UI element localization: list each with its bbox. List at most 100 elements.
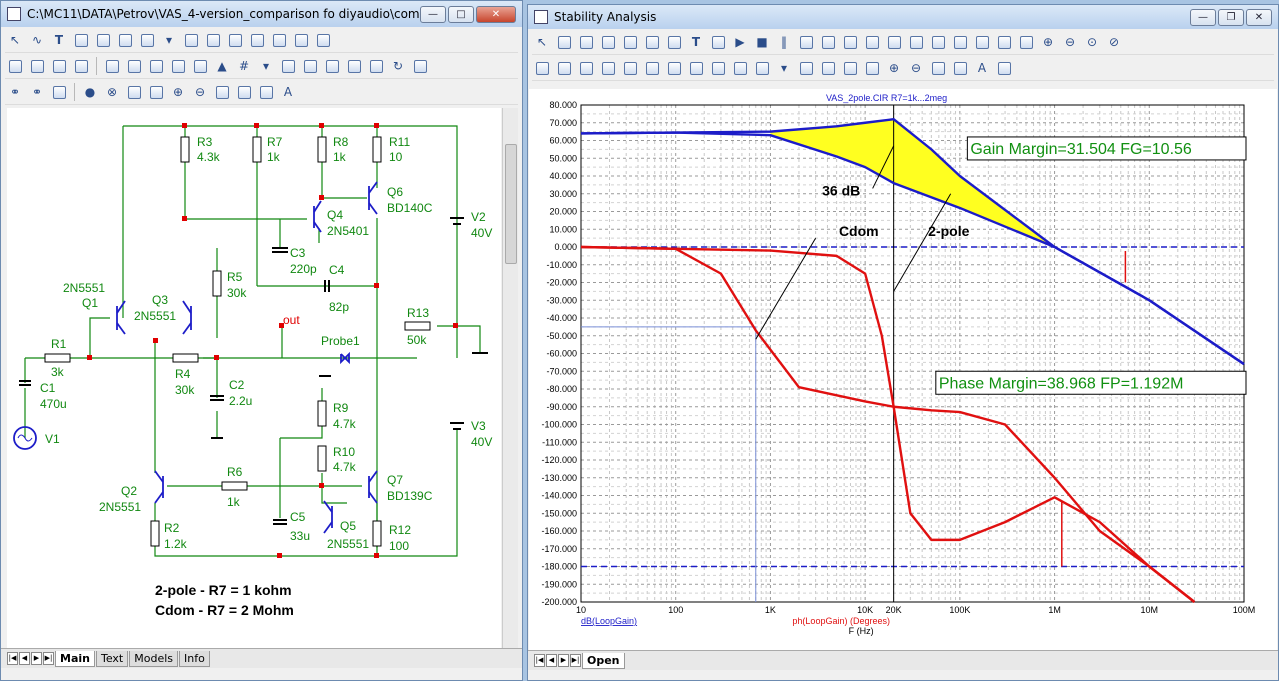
properties-icon[interactable] (269, 30, 289, 50)
zoom-in-icon[interactable]: ⊕ (1038, 32, 1058, 52)
stop-icon[interactable]: ● (80, 82, 100, 102)
minor-grid-icon[interactable] (906, 32, 926, 52)
current-icon[interactable] (124, 56, 144, 76)
macro-icon[interactable] (322, 56, 342, 76)
wire-icon[interactable]: ∿ (27, 30, 47, 50)
waveform-3-icon[interactable] (598, 58, 618, 78)
bus-icon[interactable] (137, 30, 157, 50)
tab-next-icon[interactable]: ▶ (558, 654, 569, 667)
zoom-fit-icon[interactable] (212, 82, 232, 102)
run-icon[interactable]: ▶ (730, 32, 750, 52)
dropdown-icon[interactable]: ▾ (256, 56, 276, 76)
tab-next-icon[interactable]: ▶ (31, 652, 42, 665)
text-tool-icon[interactable]: T (49, 30, 69, 50)
grid-icon[interactable] (884, 32, 904, 52)
find-icon[interactable]: ⚭ (27, 82, 47, 102)
close-button[interactable]: ✕ (476, 5, 516, 23)
edit-icon[interactable] (532, 58, 552, 78)
step-icon[interactable] (124, 82, 144, 102)
scroll-thumb[interactable] (505, 144, 517, 264)
select-arrow-icon[interactable]: ↖ (5, 30, 25, 50)
cursor-icon[interactable] (642, 32, 662, 52)
tab-info[interactable]: Info (179, 650, 210, 667)
tab-last-icon[interactable]: ▶| (570, 654, 581, 667)
tab-text[interactable]: Text (95, 650, 129, 667)
minimize-button[interactable]: — (1190, 8, 1216, 26)
component-icon[interactable] (115, 30, 135, 50)
info-icon[interactable] (203, 30, 223, 50)
zoom-out-icon[interactable]: ⊖ (190, 82, 210, 102)
maximize-button[interactable]: □ (448, 5, 474, 23)
camera-icon[interactable] (234, 82, 254, 102)
export-icon[interactable] (1016, 32, 1036, 52)
waveform-1-icon[interactable] (554, 58, 574, 78)
restore-button[interactable]: ❐ (1218, 8, 1244, 26)
tokens-icon[interactable] (862, 32, 882, 52)
chart-icon[interactable] (994, 32, 1014, 52)
tie-icon[interactable] (366, 56, 386, 76)
tab-open[interactable]: Open (582, 652, 625, 669)
no-icon[interactable]: ⊘ (1104, 32, 1124, 52)
cancel-icon[interactable]: ⊗ (102, 82, 122, 102)
zoom-out-icon[interactable]: ⊖ (1060, 32, 1080, 52)
tile-icon[interactable] (950, 58, 970, 78)
page-icon[interactable] (278, 56, 298, 76)
schematic-vscrollbar[interactable] (502, 108, 518, 651)
text-tool-icon[interactable]: T (686, 32, 706, 52)
help-icon[interactable] (225, 30, 245, 50)
tab-prev-icon[interactable]: ◀ (19, 652, 30, 665)
zoom-in-icon[interactable]: ⊕ (884, 58, 904, 78)
dropdown-icon[interactable]: ▾ (159, 30, 179, 50)
waveform-7-icon[interactable] (686, 58, 706, 78)
warning-icon[interactable]: ▲ (212, 56, 232, 76)
flip-icon[interactable] (410, 56, 430, 76)
tab-main[interactable]: Main (55, 650, 95, 667)
plot-icon[interactable] (950, 32, 970, 52)
fx-icon[interactable] (664, 32, 684, 52)
data-points-icon[interactable] (840, 32, 860, 52)
pen-icon[interactable] (71, 30, 91, 50)
waveform-4-icon[interactable] (620, 58, 640, 78)
camera-icon[interactable] (928, 58, 948, 78)
waveform-10-icon[interactable] (752, 58, 772, 78)
zoom-out-icon[interactable]: ⊖ (906, 58, 926, 78)
minimize-button[interactable]: — (420, 5, 446, 23)
properties-icon[interactable] (708, 32, 728, 52)
pause-icon[interactable]: ‖ (774, 32, 794, 52)
notes-icon[interactable] (313, 30, 333, 50)
tree-icon[interactable] (247, 30, 267, 50)
print-icon[interactable] (344, 56, 364, 76)
copy-icon[interactable] (994, 58, 1014, 78)
waveform-2-icon[interactable] (576, 58, 596, 78)
pin-icon[interactable] (190, 56, 210, 76)
scale-icon[interactable] (576, 32, 596, 52)
tab-prev-icon[interactable]: ◀ (546, 654, 557, 667)
zoom-box-icon[interactable] (598, 32, 618, 52)
power-icon[interactable] (146, 56, 166, 76)
grid-select-icon[interactable] (5, 56, 25, 76)
waveform-8-icon[interactable] (708, 58, 728, 78)
grid-icon[interactable]: # (234, 56, 254, 76)
condition-icon[interactable] (168, 56, 188, 76)
color-icon[interactable] (256, 82, 276, 102)
close-button[interactable]: ✕ (1246, 8, 1272, 26)
zoom-in-icon[interactable]: ⊕ (168, 82, 188, 102)
axis-icon[interactable] (928, 32, 948, 52)
font-icon[interactable]: A (972, 58, 992, 78)
dropdown-icon[interactable]: ▾ (774, 58, 794, 78)
clipboard-icon[interactable] (818, 58, 838, 78)
font-icon[interactable]: A (278, 82, 298, 102)
step-back-icon[interactable] (146, 82, 166, 102)
tab-last-icon[interactable]: ▶| (43, 652, 54, 665)
tab-first-icon[interactable]: |◀ (534, 654, 545, 667)
waveform-6-icon[interactable] (664, 58, 684, 78)
rotate-icon[interactable]: ↻ (388, 56, 408, 76)
tab-models[interactable]: Models (129, 650, 178, 667)
waveform-9-icon[interactable] (730, 58, 750, 78)
pan-icon[interactable] (554, 32, 574, 52)
bus-entry-icon[interactable] (71, 56, 91, 76)
waveform-5-icon[interactable] (642, 58, 662, 78)
fit2-icon[interactable] (862, 58, 882, 78)
list-icon[interactable] (291, 30, 311, 50)
select-arrow-icon[interactable]: ↖ (532, 32, 552, 52)
